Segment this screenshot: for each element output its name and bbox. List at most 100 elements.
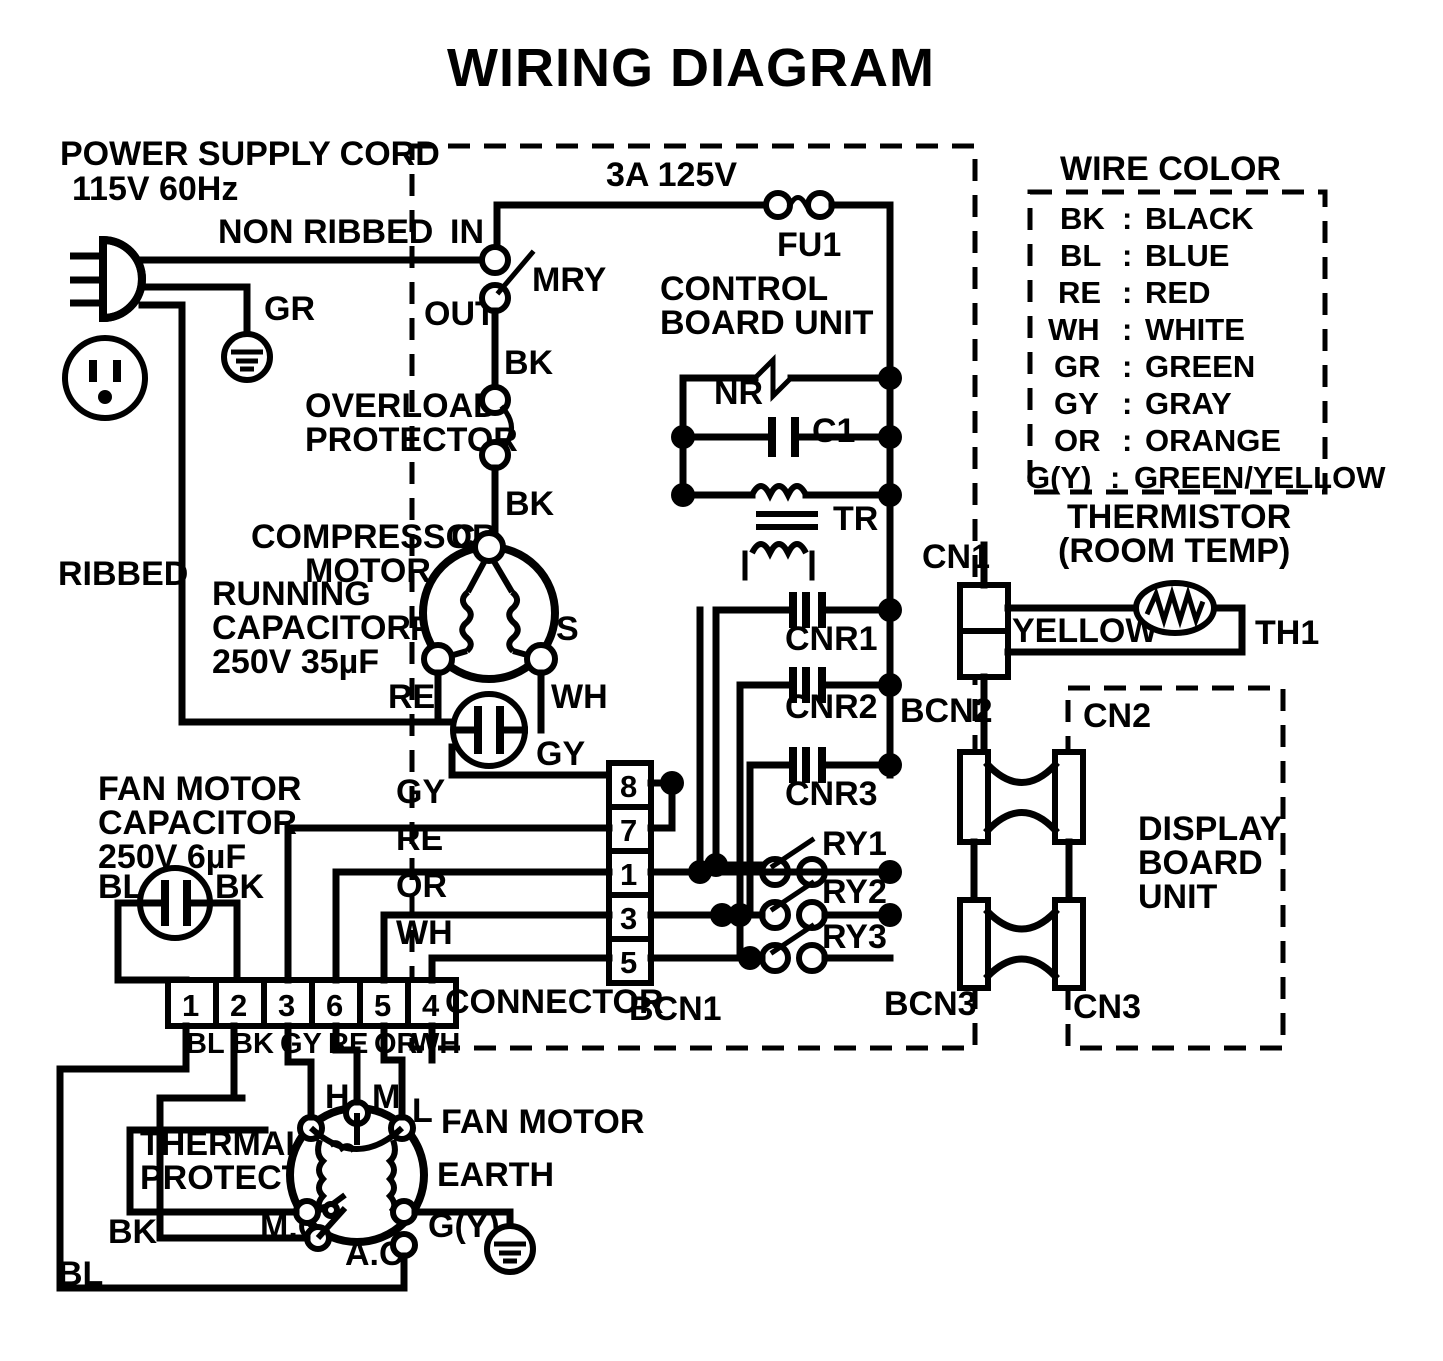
relay-contact-ry1-symbol: [759, 836, 828, 888]
node-tr-left: [671, 483, 695, 507]
relay-contact-ry3-label: RY3: [822, 918, 887, 956]
legend-name-1: BLUE: [1145, 238, 1229, 273]
overload-label-line1: OVERLOAD: [305, 387, 498, 425]
legend-colon-2: :: [1122, 275, 1132, 310]
legend-code-6: OR: [1054, 423, 1101, 458]
relay-contact-ry3-symbol: [759, 922, 828, 974]
transformer-secondary-coil: [749, 541, 809, 560]
relay-contact-ry2-label: RY2: [822, 873, 887, 911]
legend-colon-0: :: [1122, 201, 1132, 236]
cn2-connector-pair: [957, 749, 1086, 845]
running-cap-rating: 250V 35µF: [212, 643, 379, 681]
legend-name-0: BLACK: [1145, 201, 1254, 236]
legend-code-0: BK: [1060, 201, 1105, 236]
wire-bus-wh: [428, 954, 613, 984]
connector-pin-1: 1: [182, 988, 199, 1023]
connector-pin-4: 4: [422, 988, 440, 1023]
switch-in-label: IN: [450, 213, 484, 251]
overload-wire-bk-top: BK: [504, 344, 554, 382]
legend-colon-7: :: [1110, 460, 1120, 495]
switch-terminal-in: [479, 244, 511, 276]
legend-colon-4: :: [1122, 349, 1132, 384]
wire-bus-re: [332, 868, 613, 984]
thermistor-symbol: [1133, 580, 1217, 636]
node-c1-left: [671, 425, 695, 449]
bcn2-label: BCN2: [900, 692, 993, 730]
thermistor-device-label: TH1: [1255, 614, 1319, 652]
legend-code-5: GY: [1054, 386, 1099, 421]
terminal-pin-7: 7: [620, 813, 637, 848]
connector-wire-color-6: WH: [412, 1028, 460, 1060]
relay-coil-cnr2-label: CNR2: [785, 688, 878, 726]
fan-motor-symbol: [286, 1099, 428, 1259]
connector-pin-2: 2: [230, 988, 247, 1023]
terminal-pin-3: 3: [620, 901, 637, 936]
terminal-pin-1: 1: [620, 857, 637, 892]
fuse-label: FU1: [777, 226, 841, 264]
legend-code-7: G(Y): [1026, 460, 1091, 495]
page-title: WIRING DIAGRAM: [447, 38, 935, 98]
fan-cap-label-line2: CAPACITOR: [98, 804, 297, 842]
wire-ground-gr: [138, 283, 251, 339]
connector-pin-5: 5: [374, 988, 391, 1023]
fan-motor-label: FAN MOTOR: [441, 1103, 644, 1141]
legend-name-6: ORANGE: [1145, 423, 1281, 458]
earth-ground-symbol-bottom: [484, 1223, 536, 1275]
display-board-line2: BOARD: [1138, 844, 1263, 882]
cn1-connector-block: [957, 582, 1011, 680]
fuse-rating-label: 3A 125V: [606, 156, 737, 194]
wire-in-to-fuse: [493, 201, 774, 264]
compressor-wire-wh: WH: [551, 678, 608, 716]
legend-colon-3: :: [1122, 312, 1132, 347]
display-board-line1: DISPLAY: [1138, 810, 1283, 848]
power-plug-icon: [70, 235, 146, 323]
fan-earth-label: EARTH: [437, 1156, 554, 1194]
node-cnr1: [878, 598, 902, 622]
running-cap-label-line1: RUNNING: [212, 575, 371, 613]
transformer-primary-coil: [749, 483, 809, 502]
connector-block: [165, 977, 459, 1029]
legend-name-5: GRAY: [1145, 386, 1232, 421]
control-board-title-line1: CONTROL: [660, 270, 828, 308]
relay-contact-ry2-symbol: [759, 879, 828, 931]
cn3-connector-pair: [957, 897, 1086, 991]
node-cnr3: [878, 753, 902, 777]
bus-label-gy: GY: [396, 773, 445, 811]
overload-wire-bk-bottom: BK: [505, 485, 555, 523]
running-capacitor-symbol: [450, 691, 528, 769]
thermistor-label-line1: THERMISTOR: [1067, 498, 1291, 536]
legend-name-7: GREEN/YELLOW: [1134, 460, 1386, 495]
relay-coil-cnr3-label: CNR3: [785, 775, 878, 813]
fan-wire-bk: BK: [108, 1213, 158, 1251]
connector-wire-color-2: BK: [232, 1028, 274, 1060]
terminal-pin-5: 5: [620, 945, 637, 980]
thermistor-label-line2: (ROOM TEMP): [1058, 532, 1290, 570]
compressor-wire-re: RE: [388, 678, 435, 716]
node-c1-right: [878, 425, 902, 449]
cn3-label: CN3: [1073, 988, 1141, 1026]
legend-colon-6: :: [1122, 423, 1132, 458]
bus-label-wh: WH: [396, 914, 453, 952]
power-supply-label-line2: 115V 60Hz: [72, 170, 238, 208]
node-tr-right: [878, 483, 902, 507]
wire-fancap-right: [208, 899, 241, 984]
connector-pin-6: 6: [326, 988, 343, 1023]
control-board-title-line2: BOARD UNIT: [660, 304, 874, 342]
connector-label: CONNECTOR: [445, 983, 664, 1021]
display-board-line3: UNIT: [1138, 878, 1218, 916]
node-ry2: [878, 903, 902, 927]
relay-contact-ry1-label: RY1: [822, 825, 887, 863]
transformer-tr-label: TR: [833, 500, 878, 538]
relay-coil-cnr1-label: CNR1: [785, 620, 878, 658]
fan-motor-capacitor-symbol: [137, 865, 213, 941]
compressor-terminal-s: S: [556, 610, 579, 648]
fan-cap-label-line1: FAN MOTOR: [98, 770, 301, 808]
earth-ground-symbol-top: [221, 331, 273, 383]
legend-name-4: GREEN: [1145, 349, 1255, 384]
capacitor-c1-label: C1: [812, 412, 855, 450]
fuse-fu1-symbol: [763, 190, 835, 220]
ribbed-label: RIBBED: [58, 555, 188, 593]
connector-wire-color-1: BL: [186, 1028, 225, 1060]
legend-code-1: BL: [1060, 238, 1101, 273]
wire-color-legend-title: WIRE COLOR: [1060, 150, 1281, 188]
